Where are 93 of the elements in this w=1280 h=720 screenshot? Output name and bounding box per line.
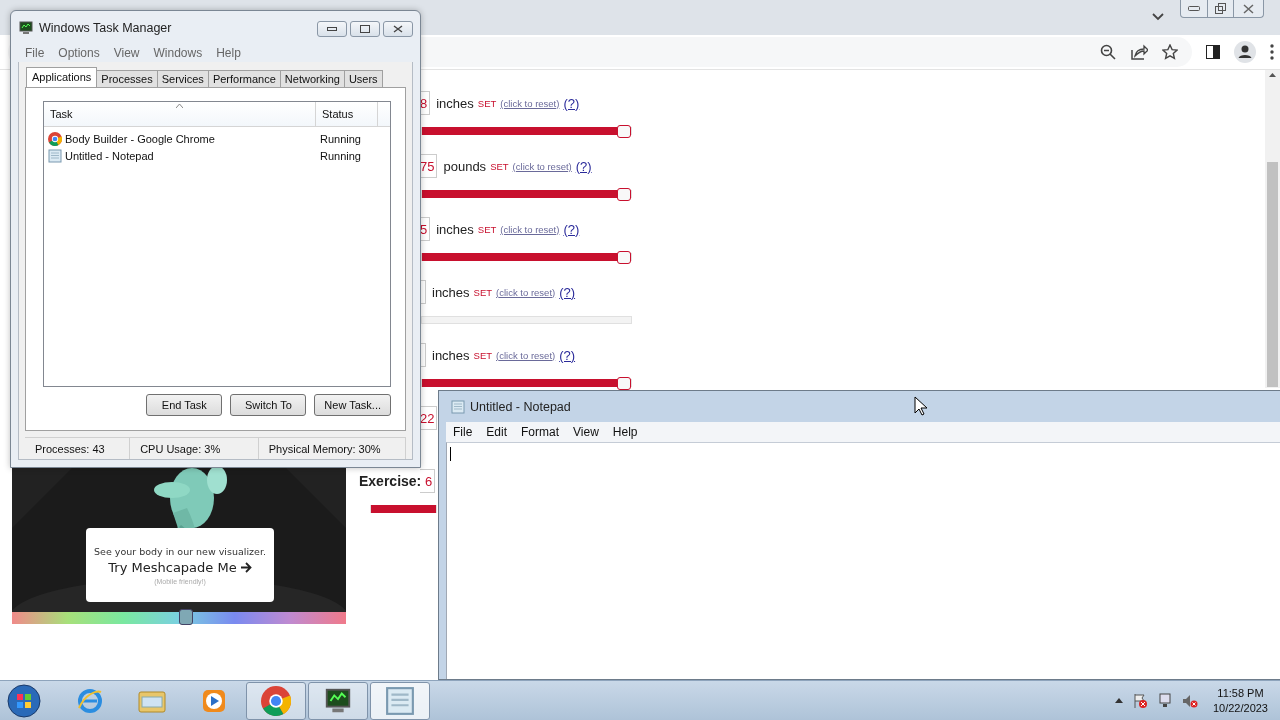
maximize-icon bbox=[360, 25, 370, 33]
tab[interactable]: Users bbox=[343, 70, 383, 88]
task-status: Running bbox=[319, 149, 361, 162]
menu-item[interactable]: View bbox=[106, 44, 147, 62]
promo-link[interactable]: Try Meshcapade Me bbox=[108, 559, 252, 575]
number-field[interactable]: 6 bbox=[420, 469, 436, 493]
unit-label: inches bbox=[432, 347, 470, 363]
clock[interactable]: 11:58 PM 10/22/2023 bbox=[1212, 685, 1268, 716]
network-icon[interactable] bbox=[1156, 692, 1173, 709]
tab[interactable]: Performance bbox=[207, 70, 281, 88]
chevron-down-icon[interactable] bbox=[1152, 13, 1164, 21]
color-slider-thumb[interactable] bbox=[178, 609, 193, 625]
status-text: Processes: 43 bbox=[25, 438, 131, 459]
set-label: SET bbox=[473, 286, 493, 298]
help-link[interactable]: (?) bbox=[563, 221, 580, 237]
more-menu-icon[interactable] bbox=[1270, 44, 1274, 60]
unit-label: inches bbox=[436, 221, 474, 237]
monitor-icon bbox=[18, 19, 34, 36]
restore-icon bbox=[1215, 3, 1226, 14]
promo-caption: See your body in our new visualizer. bbox=[94, 545, 266, 557]
menu-item[interactable]: Help bbox=[605, 423, 645, 441]
notepad-icon bbox=[451, 399, 465, 414]
set-label: SET bbox=[477, 223, 497, 235]
menu-item[interactable]: View bbox=[566, 423, 606, 441]
chrome-icon bbox=[48, 131, 62, 146]
notepad-icon[interactable] bbox=[385, 685, 415, 716]
menu-item[interactable]: Format bbox=[514, 423, 567, 441]
start-button[interactable] bbox=[4, 681, 44, 720]
column-header[interactable]: Task bbox=[44, 102, 316, 126]
menu-item[interactable]: File bbox=[18, 44, 52, 62]
column-header[interactable]: Status bbox=[316, 102, 378, 126]
minimize-icon bbox=[1188, 6, 1200, 11]
action-button[interactable]: End Task bbox=[146, 394, 223, 416]
play-icon[interactable] bbox=[201, 687, 227, 714]
scrollbar-thumb[interactable] bbox=[1267, 162, 1278, 387]
slider-thumb[interactable] bbox=[617, 188, 631, 201]
help-link[interactable]: (?) bbox=[575, 158, 592, 174]
unit-label: pounds bbox=[443, 158, 487, 174]
close-icon bbox=[1243, 3, 1254, 14]
task-status: Running bbox=[319, 132, 361, 145]
slider-thumb[interactable] bbox=[617, 377, 631, 390]
status-text: CPU Usage: 3% bbox=[130, 438, 259, 459]
action-button[interactable]: New Task... bbox=[314, 394, 391, 416]
close-icon bbox=[393, 25, 403, 33]
reset-link[interactable]: (click to reset) bbox=[500, 97, 560, 109]
tab[interactable]: Networking bbox=[279, 70, 345, 88]
minimize-button[interactable] bbox=[317, 21, 347, 37]
action-button[interactable]: Switch To bbox=[230, 394, 307, 416]
maximize-button[interactable] bbox=[350, 21, 380, 37]
reset-link[interactable]: (click to reset) bbox=[496, 349, 556, 361]
reset-link[interactable]: (click to reset) bbox=[496, 286, 556, 298]
arrow-right-icon bbox=[239, 561, 252, 573]
slider-thumb[interactable] bbox=[617, 125, 631, 138]
share-icon[interactable] bbox=[1130, 44, 1148, 60]
menu-item[interactable]: Options bbox=[51, 44, 107, 62]
task-name[interactable]: Untitled - Notepad bbox=[44, 148, 315, 163]
window-title: Windows Task Manager bbox=[39, 20, 173, 35]
window-title: Untitled - Notepad bbox=[470, 399, 571, 414]
profile-icon[interactable] bbox=[1234, 41, 1256, 63]
help-link[interactable]: (?) bbox=[563, 95, 580, 111]
menu-item[interactable]: Help bbox=[209, 44, 248, 62]
help-link[interactable]: (?) bbox=[559, 347, 576, 363]
mouse-cursor-icon bbox=[914, 396, 928, 416]
notepad-icon bbox=[48, 148, 62, 163]
set-label: SET bbox=[490, 160, 509, 172]
slider-track[interactable] bbox=[421, 316, 632, 324]
unit-label: inches bbox=[432, 284, 470, 300]
exercise-label: Exercise: bbox=[359, 473, 420, 489]
status-text: Physical Memory: 30% bbox=[258, 438, 406, 459]
taskbar-app-button[interactable] bbox=[308, 681, 368, 720]
zoom-out-icon[interactable] bbox=[1100, 44, 1116, 60]
set-label: SET bbox=[473, 349, 493, 361]
set-label: SET bbox=[477, 97, 497, 109]
show-hidden-icons[interactable] bbox=[1114, 698, 1123, 703]
chrome-icon[interactable] bbox=[261, 685, 291, 716]
reset-link[interactable]: (click to reset) bbox=[512, 160, 572, 172]
reset-link[interactable]: (click to reset) bbox=[500, 223, 560, 235]
taskbar-app-button[interactable] bbox=[246, 681, 306, 720]
menu-item[interactable]: File bbox=[446, 423, 480, 441]
flag-icon[interactable] bbox=[1131, 692, 1148, 709]
unit-label: inches bbox=[436, 95, 474, 111]
close-button[interactable] bbox=[383, 21, 413, 37]
menu-item[interactable]: Windows bbox=[146, 44, 210, 62]
tab[interactable]: Processes bbox=[96, 70, 158, 88]
task-name[interactable]: Body Builder - Google Chrome bbox=[44, 131, 315, 146]
tab[interactable]: Services bbox=[156, 70, 209, 88]
menu-item[interactable]: Edit bbox=[479, 423, 515, 441]
star-icon[interactable] bbox=[1162, 44, 1178, 60]
help-link[interactable]: (?) bbox=[559, 284, 576, 300]
minimize-icon bbox=[327, 27, 337, 31]
scroll-up-icon[interactable] bbox=[1269, 72, 1276, 77]
slider-thumb[interactable] bbox=[617, 251, 631, 264]
side-panel-icon[interactable] bbox=[1206, 45, 1220, 59]
